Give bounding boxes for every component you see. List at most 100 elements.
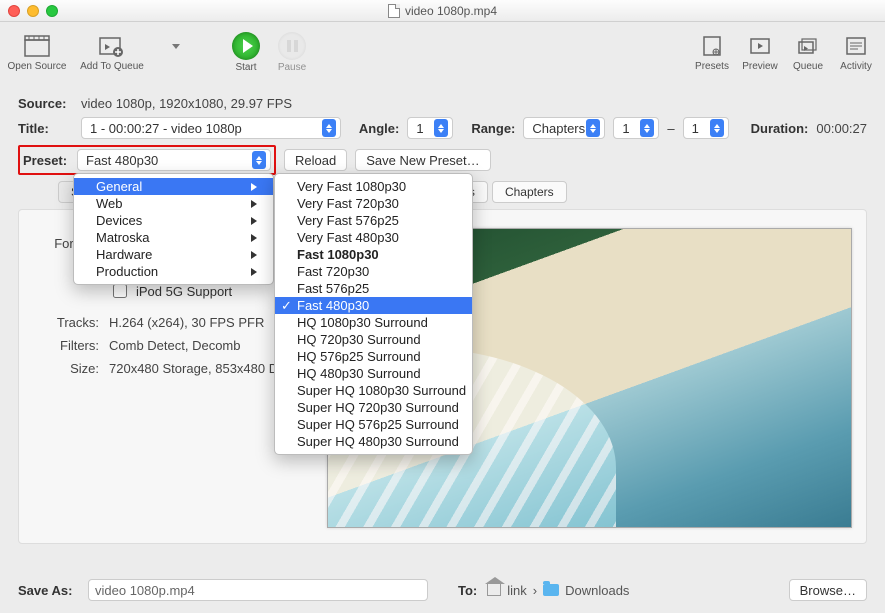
source-row: Source: video 1080p, 1920x1080, 29.97 FP…: [18, 96, 867, 111]
menu-item[interactable]: HQ 720p30 Surround: [275, 331, 472, 348]
menu-item[interactable]: Very Fast 720p30: [275, 195, 472, 212]
add-to-queue-icon: [97, 33, 127, 59]
menu-item-label: Super HQ 1080p30 Surround: [297, 383, 466, 398]
preset-highlight-box: Preset: Fast 480p30: [18, 145, 276, 175]
start-label: Start: [235, 62, 256, 73]
angle-select[interactable]: 1: [407, 117, 453, 139]
preset-select[interactable]: Fast 480p30: [77, 149, 271, 171]
updown-icon: [252, 151, 266, 169]
preset-general-submenu[interactable]: Very Fast 1080p30Very Fast 720p30Very Fa…: [274, 173, 473, 455]
submenu-arrow-icon: [251, 183, 257, 191]
menu-item[interactable]: Very Fast 576p25: [275, 212, 472, 229]
menu-item-label: Fast 576p25: [297, 281, 369, 296]
title-label: Title:: [18, 121, 73, 136]
title-select[interactable]: 1 - 00:00:27 - video 1080p: [81, 117, 341, 139]
presets-label: Presets: [695, 61, 729, 72]
menu-item-web[interactable]: Web: [74, 195, 273, 212]
menu-item[interactable]: Fast 720p30: [275, 263, 472, 280]
preview-label: Preview: [742, 61, 778, 72]
open-source-button[interactable]: Open Source: [6, 24, 68, 80]
range-type-value: Chapters: [532, 121, 585, 136]
save-new-preset-button[interactable]: Save New Preset…: [355, 149, 490, 171]
menu-item[interactable]: HQ 576p25 Surround: [275, 348, 472, 365]
menu-item-label: Fast 480p30: [297, 298, 369, 313]
menu-item[interactable]: HQ 1080p30 Surround: [275, 314, 472, 331]
menu-item-label: HQ 576p25 Surround: [297, 349, 421, 364]
updown-icon: [586, 119, 600, 137]
save-as-filename: video 1080p.mp4: [95, 583, 195, 598]
crumb-downloads: Downloads: [565, 583, 629, 598]
menu-item[interactable]: Very Fast 480p30: [275, 229, 472, 246]
updown-icon: [710, 119, 724, 137]
main-toolbar: Open Source Add To Queue Start Pause Pre…: [0, 22, 885, 82]
menu-item-general[interactable]: General: [74, 178, 273, 195]
destination-breadcrumb[interactable]: link › Downloads: [487, 583, 629, 598]
menu-item-label: Super HQ 480p30 Surround: [297, 434, 459, 449]
menu-item[interactable]: Super HQ 480p30 Surround: [275, 433, 472, 450]
open-source-label: Open Source: [8, 61, 67, 72]
submenu-arrow-icon: [251, 268, 257, 276]
presets-icon: [697, 33, 727, 59]
updown-icon: [322, 119, 336, 137]
range-type-select[interactable]: Chapters: [523, 117, 605, 139]
tracks-label: Tracks:: [37, 315, 99, 330]
range-label: Range:: [471, 121, 515, 136]
range-from-select[interactable]: 1: [613, 117, 659, 139]
add-to-queue-menu-button[interactable]: [172, 44, 180, 49]
preset-category-menu[interactable]: GeneralWebDevicesMatroskaHardwareProduct…: [73, 173, 274, 285]
range-to-value: 1: [692, 121, 699, 136]
save-row: Save As: video 1080p.mp4 To: link › Down…: [18, 579, 867, 601]
presets-button[interactable]: Presets: [689, 24, 735, 80]
menu-item[interactable]: Super HQ 1080p30 Surround: [275, 382, 472, 399]
save-as-input[interactable]: video 1080p.mp4: [88, 579, 428, 601]
activity-button[interactable]: Activity: [833, 24, 879, 80]
filters-value: Comb Detect, Decomb: [109, 338, 241, 353]
ipod-label: iPod 5G Support: [136, 284, 232, 299]
menu-item-production[interactable]: Production: [74, 263, 273, 280]
title-row: Title: 1 - 00:00:27 - video 1080p Angle:…: [18, 117, 867, 139]
queue-button[interactable]: Queue: [785, 24, 831, 80]
window-title-text: video 1080p.mp4: [405, 4, 497, 18]
menu-item-label: Very Fast 720p30: [297, 196, 399, 211]
add-to-queue-button[interactable]: Add To Queue: [70, 24, 154, 80]
window-titlebar: video 1080p.mp4: [0, 0, 885, 22]
menu-item[interactable]: Very Fast 1080p30: [275, 178, 472, 195]
preset-label: Preset:: [23, 153, 69, 168]
menu-item[interactable]: Fast 576p25: [275, 280, 472, 297]
home-icon: [487, 584, 501, 596]
activity-icon: [841, 33, 871, 59]
menu-item[interactable]: Super HQ 576p25 Surround: [275, 416, 472, 433]
start-button[interactable]: Start: [224, 24, 268, 80]
to-label: To:: [458, 583, 477, 598]
duration-value: 00:00:27: [816, 121, 867, 136]
submenu-arrow-icon: [251, 251, 257, 259]
pause-label: Pause: [278, 62, 306, 73]
menu-item[interactable]: ✓ Fast 480p30: [275, 297, 472, 314]
angle-label: Angle:: [359, 121, 399, 136]
title-select-value: 1 - 00:00:27 - video 1080p: [90, 121, 242, 136]
menu-item-devices[interactable]: Devices: [74, 212, 273, 229]
tab-chapters[interactable]: Chapters: [492, 181, 567, 203]
open-source-icon: [22, 33, 52, 59]
menu-item[interactable]: HQ 480p30 Surround: [275, 365, 472, 382]
filters-label: Filters:: [37, 338, 99, 353]
menu-item-hardware[interactable]: Hardware: [74, 246, 273, 263]
preset-row-container: Preset: Fast 480p30 Reload Save New Pres…: [18, 145, 867, 175]
range-to-select[interactable]: 1: [683, 117, 729, 139]
ipod-checkbox[interactable]: [113, 284, 127, 298]
pause-button: Pause: [270, 24, 314, 80]
folder-icon: [543, 584, 559, 596]
submenu-arrow-icon: [251, 200, 257, 208]
preview-button[interactable]: Preview: [737, 24, 783, 80]
menu-item-label: Fast 720p30: [297, 264, 369, 279]
submenu-arrow-icon: [251, 217, 257, 225]
source-value: video 1080p, 1920x1080, 29.97 FPS: [81, 96, 292, 111]
updown-icon: [434, 119, 448, 137]
menu-item-label: Super HQ 576p25 Surround: [297, 417, 459, 432]
check-icon: ✓: [281, 298, 292, 314]
menu-item-matroska[interactable]: Matroska: [74, 229, 273, 246]
browse-button[interactable]: Browse…: [789, 579, 867, 601]
reload-preset-button[interactable]: Reload: [284, 149, 347, 171]
menu-item[interactable]: Fast 1080p30: [275, 246, 472, 263]
menu-item[interactable]: Super HQ 720p30 Surround: [275, 399, 472, 416]
